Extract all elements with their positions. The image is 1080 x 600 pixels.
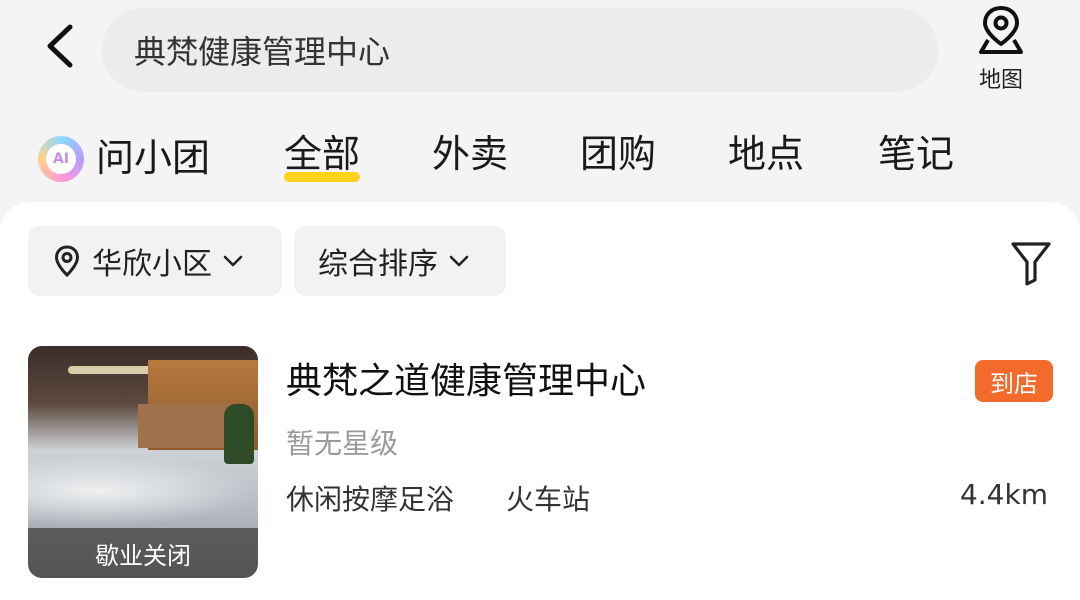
- chevron-down-icon: [449, 255, 469, 267]
- in-store-badge: 到店: [975, 360, 1053, 402]
- location-pin-icon: [54, 245, 80, 278]
- map-pin-icon: [979, 6, 1023, 54]
- store-status-overlay: 歇业关闭: [28, 528, 258, 578]
- store-rating: 暂无星级: [286, 427, 399, 460]
- sort-filter-label: 综合排序: [318, 247, 438, 282]
- chevron-left-icon: [47, 24, 73, 68]
- store-area: 火车站: [506, 483, 591, 516]
- tab-takeout-label: 外卖: [432, 132, 509, 176]
- search-tabs: AI 问小团 全部 外卖 团购 地点 笔记: [0, 118, 1080, 198]
- tab-ai-assistant[interactable]: AI 问小团: [38, 128, 210, 188]
- store-photo: 歇业关闭: [28, 346, 258, 578]
- sort-filter[interactable]: 综合排序: [294, 226, 506, 296]
- tab-takeout[interactable]: 外卖: [432, 128, 508, 188]
- map-label: 地图: [978, 68, 1023, 93]
- funnel-icon: [1011, 242, 1051, 286]
- photo-plant: [224, 404, 254, 464]
- location-filter-label: 华欣小区: [92, 247, 212, 282]
- store-distance: 4.4km: [959, 478, 1048, 511]
- back-button[interactable]: [36, 22, 84, 70]
- store-category: 休闲按摩足浴: [286, 483, 455, 516]
- tab-places-label: 地点: [728, 132, 805, 176]
- filter-button[interactable]: [1008, 238, 1054, 288]
- results-panel: 华欣小区 综合排序 歇业关闭 典梵之道健康管理中心 到店 暂无星级 休闲按摩足浴…: [0, 202, 1080, 600]
- tab-group-buy[interactable]: 团购: [580, 128, 656, 188]
- tab-all[interactable]: 全部: [284, 128, 361, 188]
- photo-floor: [28, 456, 258, 526]
- search-query-text: 典梵健康管理中心: [134, 33, 391, 71]
- tab-notes[interactable]: 笔记: [878, 128, 954, 188]
- tab-places[interactable]: 地点: [728, 128, 804, 188]
- tab-group-buy-label: 团购: [580, 132, 657, 176]
- tab-notes-label: 笔记: [878, 132, 955, 176]
- result-card[interactable]: 歇业关闭 典梵之道健康管理中心 到店 暂无星级 休闲按摩足浴 火车站 4.4km: [28, 346, 1058, 578]
- tab-all-label: 全部: [284, 132, 361, 176]
- search-input[interactable]: 典梵健康管理中心: [102, 8, 938, 92]
- ai-assistant-icon: AI: [38, 136, 84, 182]
- location-filter[interactable]: 华欣小区: [28, 226, 282, 296]
- photo-counter: [138, 404, 234, 448]
- top-bar: 典梵健康管理中心 地图: [0, 0, 1080, 110]
- map-button[interactable]: 地图: [960, 4, 1042, 96]
- chevron-down-icon: [223, 255, 243, 267]
- tab-ai-label: 问小团: [96, 136, 211, 180]
- store-name: 典梵之道健康管理中心: [286, 361, 647, 402]
